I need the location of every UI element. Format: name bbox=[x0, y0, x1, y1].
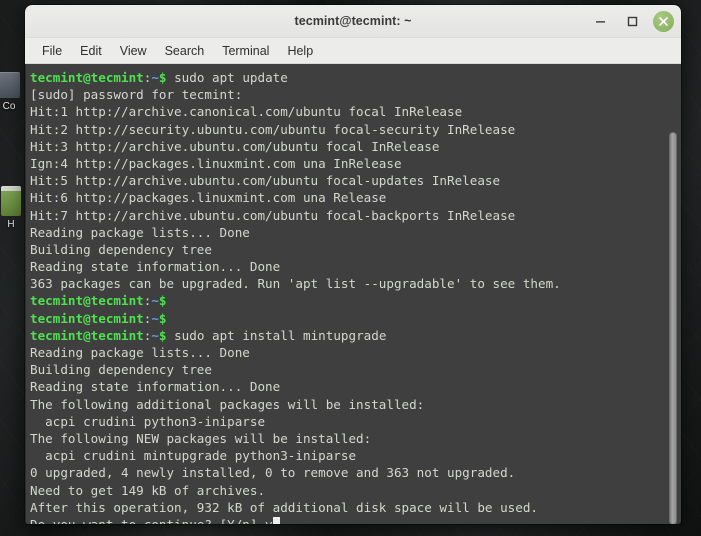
terminal-output-text: Reading state information... Done bbox=[30, 379, 281, 395]
terminal-output-text: Building dependency tree bbox=[30, 362, 212, 378]
menu-item-help[interactable]: Help bbox=[278, 41, 322, 61]
terminal-scrollbar-thumb[interactable] bbox=[669, 132, 677, 524]
terminal-output-text: acpi crudini python3-iniparse bbox=[30, 413, 266, 429]
terminal-line: Need to get 149 kB of archives. bbox=[30, 482, 681, 499]
desktop-icon-home[interactable]: H bbox=[0, 186, 26, 230]
terminal-line: After this operation, 932 kB of addition… bbox=[30, 499, 681, 516]
window-titlebar[interactable]: tecmint@tecmint: ~ bbox=[25, 5, 681, 38]
terminal-prompt-user: tecmint@tecmint bbox=[30, 327, 144, 343]
terminal-line: acpi crudini python3-iniparse bbox=[30, 413, 681, 430]
desktop-icon-computer[interactable]: Co bbox=[0, 72, 24, 112]
terminal-line: Reading package lists... Done bbox=[30, 344, 681, 361]
menu-item-file[interactable]: File bbox=[33, 41, 71, 61]
terminal-line: Hit:6 http://packages.linuxmint.com una … bbox=[30, 189, 681, 206]
terminal-prompt-path: ~ bbox=[151, 70, 159, 85]
terminal-line: 0 upgraded, 4 newly installed, 0 to remo… bbox=[30, 464, 681, 481]
terminal-line: tecmint@tecmint:~$ bbox=[30, 310, 681, 327]
terminal-line: Reading state information... Done bbox=[30, 258, 681, 275]
close-button[interactable] bbox=[653, 10, 674, 32]
desktop-icon-home-label: H bbox=[7, 219, 15, 230]
terminal-line: Reading state information... Done bbox=[30, 378, 681, 395]
minimize-button[interactable] bbox=[589, 10, 611, 32]
terminal-line: Hit:7 http://archive.ubuntu.com/ubuntu f… bbox=[30, 207, 681, 224]
terminal-line: Hit:1 http://archive.canonical.com/ubunt… bbox=[30, 103, 681, 120]
terminal-output-text: The following additional packages will b… bbox=[30, 396, 425, 412]
terminal-line: The following additional packages will b… bbox=[30, 396, 681, 413]
menu-item-search[interactable]: Search bbox=[156, 41, 214, 61]
terminal-line: Hit:5 http://archive.ubuntu.com/ubuntu f… bbox=[30, 172, 681, 189]
terminal-prompt-dollar: $ bbox=[158, 327, 167, 343]
terminal-line: Building dependency tree bbox=[30, 241, 681, 258]
terminal-output-text: Do you want to continue? [Y/n] y bbox=[30, 517, 273, 524]
terminal-prompt-dollar: $ bbox=[158, 310, 167, 326]
terminal-line: acpi crudini mintupgrade python3-inipars… bbox=[30, 447, 681, 464]
terminal-line: Hit:2 http://security.ubuntu.com/ubuntu … bbox=[30, 121, 681, 138]
terminal-output-text: Hit:7 http://archive.ubuntu.com/ubuntu f… bbox=[30, 207, 516, 223]
terminal-prompt-dollar: $ bbox=[158, 70, 167, 85]
terminal-prompt-user: tecmint@tecmint bbox=[30, 70, 144, 85]
terminal-line: Reading package lists... Done bbox=[30, 224, 681, 241]
terminal-output-text: Hit:5 http://archive.ubuntu.com/ubuntu f… bbox=[30, 173, 501, 189]
terminal-command: sudo apt update bbox=[166, 70, 288, 85]
terminal-line: Ign:4 http://packages.linuxmint.com una … bbox=[30, 155, 681, 172]
terminal-window: tecmint@tecmint: ~ File Edit View Search… bbox=[25, 5, 681, 524]
terminal-output-text: Reading package lists... Done bbox=[30, 345, 250, 360]
terminal-line: tecmint@tecmint:~$ sudo apt install mint… bbox=[30, 327, 681, 344]
terminal-output-text: Reading state information... Done bbox=[30, 259, 281, 275]
terminal-output-text: Building dependency tree bbox=[30, 241, 212, 257]
terminal-output-text: Hit:1 http://archive.canonical.com/ubunt… bbox=[30, 104, 463, 120]
terminal-output-text: Ign:4 http://packages.linuxmint.com una … bbox=[30, 155, 402, 171]
desktop-background: Co H tecmint@tecmint: ~ File Edit View S… bbox=[0, 0, 701, 536]
terminal-output-text: Hit:3 http://archive.ubuntu.com/ubuntu f… bbox=[30, 138, 440, 154]
terminal-line: 363 packages can be upgraded. Run 'apt l… bbox=[30, 275, 681, 292]
terminal-scrollbar[interactable] bbox=[668, 64, 678, 524]
terminal-output-text: After this operation, 932 kB of addition… bbox=[30, 499, 538, 515]
menu-item-terminal[interactable]: Terminal bbox=[213, 41, 278, 61]
terminal-output-text: Hit:2 http://security.ubuntu.com/ubuntu … bbox=[30, 121, 516, 137]
terminal-line: Building dependency tree bbox=[30, 361, 681, 378]
terminal-prompt-user: tecmint@tecmint bbox=[30, 310, 144, 326]
terminal-prompt-path: ~ bbox=[151, 293, 159, 309]
home-folder-icon bbox=[1, 186, 21, 216]
terminal-cursor bbox=[272, 516, 281, 524]
maximize-button[interactable] bbox=[621, 10, 643, 32]
terminal-output-text: Hit:6 http://packages.linuxmint.com una … bbox=[30, 190, 387, 206]
menu-bar: File Edit View Search Terminal Help bbox=[25, 38, 681, 64]
terminal-output-text: [sudo] password for tecmint: bbox=[30, 87, 243, 103]
terminal-output-text: The following NEW packages will be insta… bbox=[30, 430, 372, 446]
terminal-line: tecmint@tecmint:~$ sudo apt update bbox=[30, 69, 681, 86]
terminal-line: Hit:3 http://archive.ubuntu.com/ubuntu f… bbox=[30, 138, 681, 155]
terminal-output-text: Reading package lists... Done bbox=[30, 224, 250, 240]
menu-item-view[interactable]: View bbox=[111, 41, 156, 61]
computer-icon bbox=[0, 72, 20, 98]
terminal-line: tecmint@tecmint:~$ bbox=[30, 292, 681, 309]
window-title: tecmint@tecmint: ~ bbox=[294, 14, 412, 28]
terminal-prompt-dollar: $ bbox=[158, 293, 167, 309]
terminal-output-area[interactable]: tecmint@tecmint:~$ sudo apt update [sudo]… bbox=[25, 64, 681, 524]
terminal-line: Do you want to continue? [Y/n] y bbox=[30, 516, 681, 524]
terminal-output-text: 363 packages can be upgraded. Run 'apt l… bbox=[30, 276, 561, 292]
terminal-text: tecmint@tecmint:~$ sudo apt update [sudo]… bbox=[30, 69, 681, 524]
terminal-line: The following NEW packages will be insta… bbox=[30, 430, 681, 447]
terminal-command: sudo apt install mintupgrade bbox=[166, 327, 387, 343]
terminal-prompt-path: ~ bbox=[151, 310, 159, 326]
terminal-prompt-path: ~ bbox=[151, 327, 159, 343]
terminal-line: [sudo] password for tecmint: bbox=[30, 86, 681, 103]
terminal-output-text: Need to get 149 kB of archives. bbox=[30, 482, 266, 498]
window-controls bbox=[589, 5, 674, 37]
desktop-icon-computer-label: Co bbox=[2, 101, 16, 112]
terminal-output-text: 0 upgraded, 4 newly installed, 0 to remo… bbox=[30, 465, 516, 481]
terminal-prompt-user: tecmint@tecmint bbox=[30, 293, 144, 309]
terminal-output-text: acpi crudini mintupgrade python3-inipars… bbox=[30, 448, 357, 464]
menu-item-edit[interactable]: Edit bbox=[71, 41, 111, 61]
